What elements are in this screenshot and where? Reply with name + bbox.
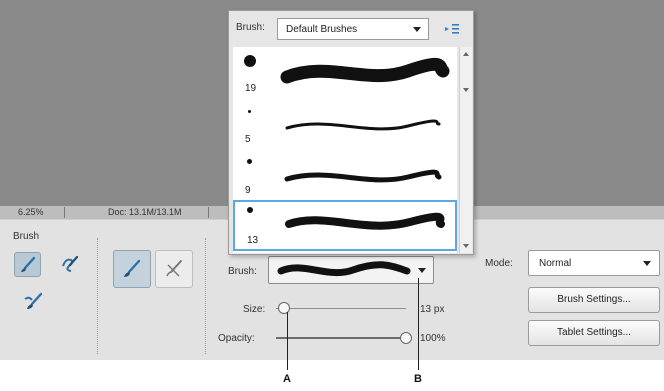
brush-size-label: 5 [245,134,251,145]
brush-settings-button[interactable]: Brush Settings... [528,287,660,313]
brush-stroke-sample [285,212,445,230]
brush-set-select[interactable]: Default Brushes [277,18,429,40]
brush-stroke-preview [277,261,411,277]
brush-size-label: 13 [247,235,259,246]
brush-stroke-sample [280,57,450,84]
color-replacement-button[interactable] [20,289,47,314]
chevron-down-icon [463,244,469,248]
separator [205,238,206,354]
impressionist-brush-icon [61,255,78,272]
brush-label: Brush: [228,266,257,277]
chevron-down-icon [418,267,426,273]
brush-icon [20,256,35,272]
separator [97,238,98,354]
size-value[interactable]: 13 px [420,304,444,315]
brush-set-value: Default Brushes [286,24,358,35]
brush-tip-icon [247,207,253,213]
airbrush-icon [166,260,182,277]
brush-icon [124,259,141,277]
brush-picker-popup: Brush: Default Brushes 19 5 9 13 [228,10,474,255]
brush-list-scrollbar[interactable] [459,47,472,253]
callout-a: A [283,373,291,385]
panel-menu-icon [445,24,459,34]
brush-set-label: Brush: [236,22,265,33]
color-replacement-icon [23,292,42,309]
impressionist-brush-button[interactable] [56,252,83,277]
opacity-label: Opacity: [218,333,255,344]
tablet-settings-button[interactable]: Tablet Settings... [528,320,660,346]
callout-b: B [414,373,422,385]
chevron-down-icon [643,261,651,266]
brush-tip-icon [247,159,252,164]
tool-name: Brush [13,231,40,242]
brush-stroke-sample [285,119,441,131]
callout-line-b [418,278,419,370]
opacity-slider-fill [276,337,406,339]
airbrush-mode-button[interactable] [155,250,193,288]
blend-mode-select[interactable]: Normal [528,250,660,276]
opacity-value[interactable]: 100% [420,333,446,344]
brush-mode-button[interactable] [113,250,151,288]
brush-stroke-sample [284,169,442,183]
brush-preset-item-selected[interactable]: 13 [233,200,457,251]
brush-preset-item[interactable]: 9 [233,149,457,200]
brush-preset-picker[interactable] [268,256,434,284]
size-label: Size: [243,304,266,315]
size-slider-track[interactable] [276,308,406,309]
brush-picker-header: Brush: Default Brushes [229,11,473,45]
zoom-level: 6.25% [18,207,44,217]
mode-label: Mode: [485,258,513,269]
brush-preset-item[interactable]: 5 [233,98,457,149]
brush-preset-item[interactable]: 19 [233,47,457,98]
caption-area [0,360,664,391]
opacity-slider-thumb[interactable] [400,332,412,344]
brush-picker-menu-button[interactable] [439,19,465,39]
doc-size: Doc: 13.1M/13.1M [108,207,182,217]
brush-preset-dropdown-button[interactable] [411,257,433,283]
brush-size-label: 9 [245,185,251,196]
blend-mode-value: Normal [539,258,572,269]
callout-line-a [287,312,288,370]
chevron-down-icon [463,88,469,92]
brush-list[interactable]: 19 5 9 13 [233,47,457,253]
brush-tool-button[interactable] [14,252,41,277]
brush-tip-icon [248,110,251,113]
chevron-down-icon [413,27,421,32]
brush-size-label: 19 [245,83,257,94]
scroll-thumb[interactable] [461,85,471,95]
brush-tip-icon [244,55,256,67]
scroll-up-button[interactable] [461,49,471,59]
chevron-up-icon [463,52,469,56]
scroll-down-button[interactable] [461,241,471,251]
